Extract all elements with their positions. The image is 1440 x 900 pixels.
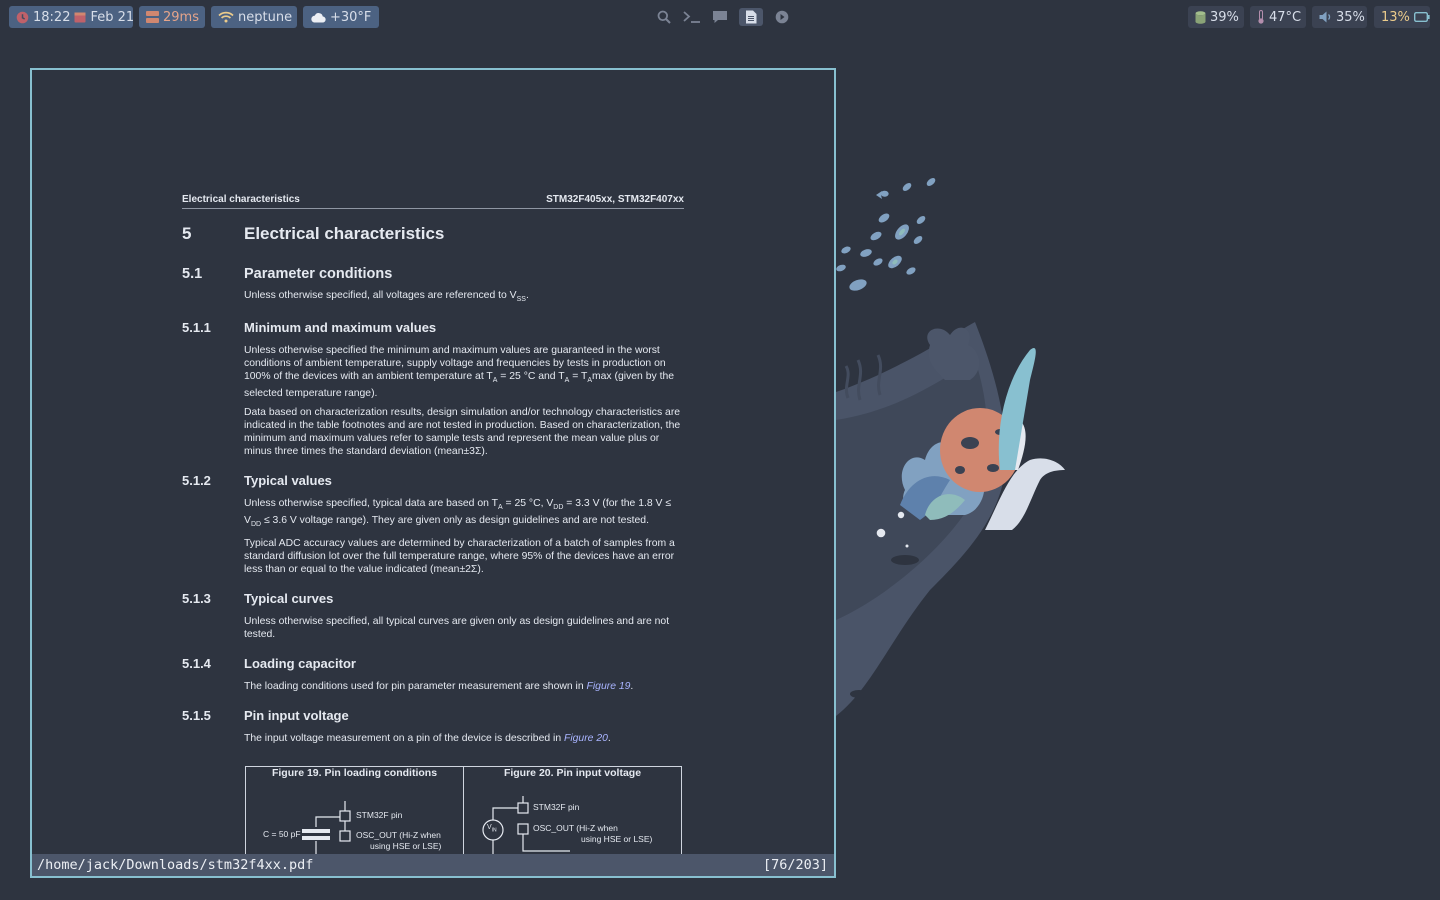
subsection-5-1-5-heading: 5.1.5 Pin input voltage: [182, 708, 684, 723]
paragraph: Data based on characterization results, …: [244, 407, 681, 458]
battery-icon: [1413, 12, 1430, 22]
paragraph-text: = 25 °C and T: [497, 371, 565, 383]
play-icon[interactable]: [773, 8, 791, 26]
figure-19-link[interactable]: Figure 19: [587, 681, 631, 692]
subsection-5-1-3-heading: 5.1.3 Typical curves: [182, 591, 684, 606]
chat-icon[interactable]: [711, 8, 729, 26]
network-widget[interactable]: neptune: [211, 6, 297, 28]
battery-value: 13%: [1381, 9, 1410, 25]
wifi-icon: [218, 11, 234, 23]
speaker-icon: [1319, 11, 1332, 23]
subsection-5-1-4-heading: 5.1.4 Loading capacitor: [182, 656, 684, 671]
weather-temp: +30°F: [330, 9, 372, 25]
figure-20-pin-label: STM32F pin: [533, 802, 580, 812]
subsection-number: 5.1: [182, 266, 203, 282]
network-name: neptune: [238, 9, 293, 25]
disk-value: 39%: [1210, 9, 1239, 25]
database-icon: [1195, 10, 1206, 24]
figure-19-osc-label: OSC_OUT (Hi-Z when: [356, 830, 441, 840]
figure-20-osc-label2: using HSE or LSE): [581, 834, 653, 844]
status-bar: /home/jack/Downloads/stm32f4xx.pdf [76/2…: [32, 854, 834, 876]
paragraph: The loading conditions used for pin para…: [244, 680, 684, 693]
volume-widget[interactable]: 35%: [1312, 6, 1367, 28]
clock-icon: [16, 11, 29, 24]
clock-date: Feb 21: [90, 9, 135, 25]
header-right: STM32F405xx, STM32F407xx: [546, 194, 684, 205]
paragraph-text: = T: [569, 371, 588, 383]
paragraph-text: ≤ 3.6 V voltage range). They are given o…: [261, 515, 649, 527]
subsection-5-1-1-heading: 5.1.1 Minimum and maximum values: [182, 320, 684, 335]
clock-widget[interactable]: 18:22 Feb 21: [9, 6, 135, 28]
paragraph-text: The loading conditions used for pin para…: [244, 681, 587, 693]
subsection-title: Typical curves: [244, 591, 334, 607]
subsection-title: Parameter conditions: [244, 266, 393, 282]
subscript: DD: [250, 521, 262, 529]
pdf-viewer-window[interactable]: Electrical characteristics STM32F405xx, …: [30, 68, 836, 878]
subsection-number: 5.1.2: [182, 473, 211, 489]
disk-widget[interactable]: 39%: [1188, 6, 1244, 28]
figure-19-title: Figure 19. Pin loading conditions: [271, 767, 438, 779]
figure-20-title: Figure 20. Pin input voltage: [503, 767, 642, 779]
clock-time: 18:22: [33, 9, 71, 25]
figure-19-cap-label: C = 50 pF: [263, 829, 301, 839]
vin-subscript: IN: [491, 827, 497, 834]
battery-widget[interactable]: 13%: [1374, 6, 1430, 28]
page-header: Electrical characteristics STM32F405xx, …: [182, 194, 684, 209]
paragraph-text: .: [607, 733, 611, 745]
figure-20-osc-label: OSC_OUT (Hi-Z when: [533, 823, 618, 833]
section-title: Electrical characteristics: [244, 224, 445, 243]
paragraph: Unless otherwise specified the minimum a…: [244, 344, 684, 400]
figure-20-link[interactable]: Figure 20: [564, 733, 608, 744]
temperature-widget[interactable]: 47°C: [1250, 6, 1306, 28]
search-icon[interactable]: [655, 8, 673, 26]
top-bar: 18:22 Feb 21 29ms neptune +30°F 39% 47°C…: [0, 0, 1440, 34]
workspace-icons: [655, 8, 791, 26]
subsection-5-1-2-heading: 5.1.2 Typical values: [182, 473, 684, 488]
paragraph-text: Unless otherwise specified, typical data…: [244, 498, 498, 510]
section-heading: 5 Electrical characteristics: [182, 224, 684, 244]
section-number: 5: [182, 224, 192, 243]
paragraph: Unless otherwise specified, all voltages…: [244, 289, 684, 306]
subsection-title: Loading capacitor: [244, 656, 356, 672]
paragraph-text: = 25 °C, V: [502, 498, 554, 510]
file-path: /home/jack/Downloads/stm32f4xx.pdf: [37, 857, 314, 873]
paragraph: Typical ADC accuracy values are determin…: [244, 538, 675, 576]
subsection-title: Pin input voltage: [244, 708, 349, 724]
pdf-page: Electrical characteristics STM32F405xx, …: [182, 194, 684, 876]
subsection-number: 5.1.5: [182, 708, 211, 724]
subscript: SS: [516, 296, 526, 304]
header-left: Electrical characteristics: [182, 194, 300, 205]
subsection-number: 5.1.3: [182, 591, 211, 607]
subsection-number: 5.1.1: [182, 320, 211, 336]
paragraph-text: .: [630, 681, 634, 693]
paragraph: The input voltage measurement on a pin o…: [244, 732, 684, 745]
page-indicator: [76/203]: [762, 857, 828, 873]
paragraph-text: Unless otherwise specified, all voltages…: [244, 290, 517, 301]
paragraph-text: The input voltage measurement on a pin o…: [244, 733, 564, 745]
volume-value: 35%: [1336, 9, 1365, 25]
latency-value: 29ms: [163, 9, 199, 25]
paragraph: Unless otherwise specified, typical data…: [244, 497, 684, 531]
thermometer-icon: [1257, 10, 1265, 24]
subsection-title: Minimum and maximum values: [244, 320, 437, 336]
subsection-number: 5.1.4: [182, 656, 211, 672]
figure-19-osc-label2: using HSE or LSE): [370, 841, 442, 851]
weather-widget[interactable]: +30°F: [303, 6, 379, 28]
server-icon: [146, 11, 159, 23]
paragraph-text: .: [525, 290, 529, 301]
temperature-value: 47°C: [1269, 9, 1302, 25]
figure-20-vin-label: VIN: [487, 824, 497, 833]
subsection-5-1-heading: 5.1 Parameter conditions: [182, 266, 684, 282]
calendar-icon: [74, 11, 86, 23]
subscript: DD: [553, 504, 564, 512]
document-icon[interactable]: [739, 8, 763, 26]
cloud-icon: [310, 12, 326, 23]
subsection-title: Typical values: [244, 473, 332, 489]
figure-19-pin-label: STM32F pin: [356, 810, 403, 820]
terminal-icon[interactable]: [683, 8, 701, 26]
paragraph: Unless otherwise specified, all typical …: [244, 616, 670, 641]
latency-widget[interactable]: 29ms: [139, 6, 205, 28]
